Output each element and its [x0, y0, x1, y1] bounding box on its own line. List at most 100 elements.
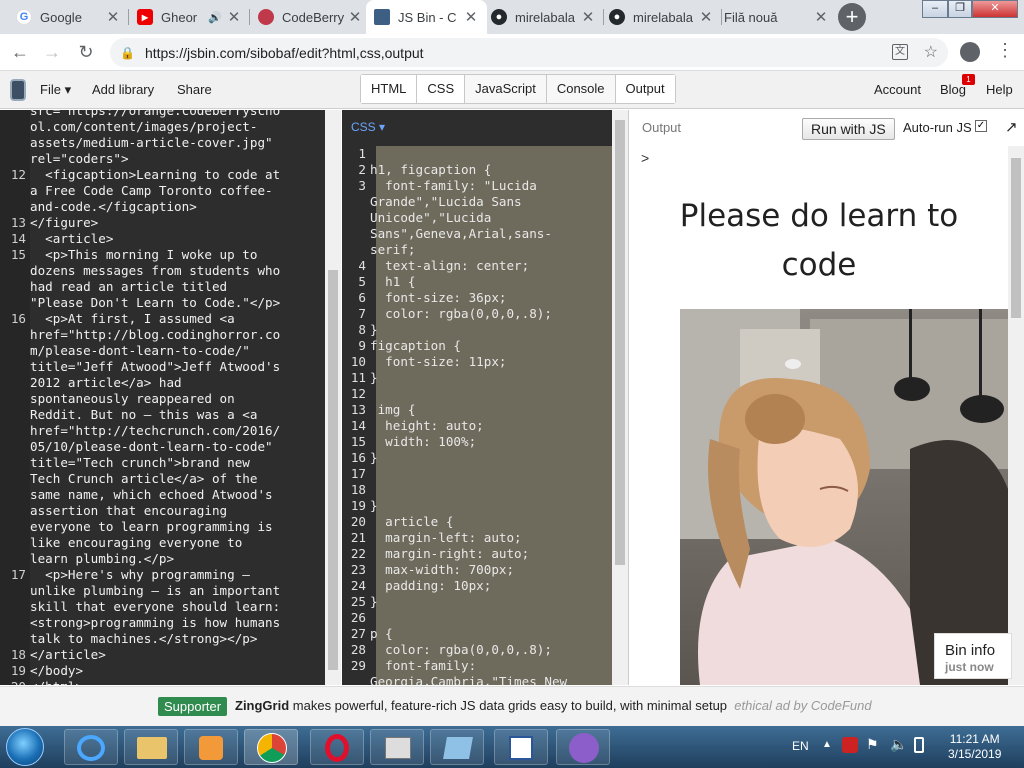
code-line[interactable]: 10 font-size: 11px;: [342, 354, 612, 370]
close-icon[interactable]: ✕: [463, 8, 479, 26]
code-line[interactable]: 22 margin-right: auto;: [342, 546, 612, 562]
code-line[interactable]: 9 figcaption {: [342, 338, 612, 354]
code-line[interactable]: 29 font-family:: [342, 658, 612, 674]
tab-css[interactable]: CSS: [417, 75, 466, 103]
window-close-button[interactable]: ✕: [972, 0, 1018, 18]
css-editor[interactable]: CSS ▾ 1 2 h1, figcaption {3 font-family: "…: [342, 110, 612, 685]
html-editor[interactable]: src="https://orange.codeberryscho ol.com/…: [0, 110, 341, 685]
code-line[interactable]: 6 font-size: 36px;: [342, 290, 612, 306]
chrome-icon[interactable]: [244, 729, 298, 765]
speaker-icon[interactable]: 🔊: [208, 11, 222, 24]
code-line[interactable]: 12 <figcaption>Learning to code at: [0, 167, 341, 183]
code-line[interactable]: 18: [342, 482, 612, 498]
code-line[interactable]: 20 article {: [342, 514, 612, 530]
tab-github-2[interactable]: ● mirelabala ✕: [601, 0, 722, 34]
output-scrollbar[interactable]: [1008, 146, 1024, 685]
code-line[interactable]: 19 </body>: [0, 663, 341, 679]
media-player-icon[interactable]: [184, 729, 238, 765]
code-line[interactable]: 05/10/please-dont-learn-to-code": [0, 439, 341, 455]
code-line[interactable]: title="Jeff Atwood">Jeff Atwood's: [0, 359, 341, 375]
code-line[interactable]: 25}: [342, 594, 612, 610]
tab-javascript[interactable]: JavaScript: [465, 75, 547, 103]
tab-youtube[interactable]: ▶ Gheor 🔊 ✕: [129, 0, 250, 34]
html-editor-scrollbar[interactable]: [325, 110, 341, 685]
tab-output[interactable]: Output: [615, 75, 675, 103]
code-line[interactable]: unlike plumbing – is an important: [0, 583, 341, 599]
close-icon[interactable]: ✕: [580, 8, 596, 26]
tab-jsbin[interactable]: JS Bin - C ✕: [366, 0, 487, 34]
code-line[interactable]: had read an article titled: [0, 279, 341, 295]
code-line[interactable]: 13 img {: [342, 402, 612, 418]
code-line[interactable]: href="http://blog.codinghorror.co: [0, 327, 341, 343]
code-line[interactable]: 17: [342, 466, 612, 482]
code-line[interactable]: skill that everyone should learn:: [0, 599, 341, 615]
code-line[interactable]: Sans",Geneva,Arial,sans-: [342, 226, 612, 242]
close-icon[interactable]: ✕: [698, 8, 714, 26]
file-menu[interactable]: File ▾: [40, 71, 71, 109]
code-line[interactable]: serif;: [342, 242, 612, 258]
code-line[interactable]: href="http://techcrunch.com/2016/: [0, 423, 341, 439]
code-line[interactable]: Tech Crunch article</a> of the: [0, 471, 341, 487]
code-line[interactable]: 11}: [342, 370, 612, 386]
language-indicator[interactable]: EN: [792, 739, 809, 753]
code-line[interactable]: 15 width: 100%;: [342, 434, 612, 450]
close-icon[interactable]: ✕: [347, 8, 363, 26]
code-line[interactable]: spontaneously reappeared on: [0, 391, 341, 407]
supporter-badge[interactable]: Supporter: [158, 697, 228, 716]
code-line[interactable]: 23 max-width: 700px;: [342, 562, 612, 578]
translate-icon[interactable]: 文: [892, 44, 908, 60]
maximize-button[interactable]: ❐: [948, 0, 972, 18]
notebook-icon[interactable]: [430, 729, 484, 765]
code-line[interactable]: 18 </article>: [0, 647, 341, 663]
tab-codeberry[interactable]: CodeBerry ✕: [250, 0, 371, 34]
code-line[interactable]: 13 </figure>: [0, 215, 341, 231]
close-icon[interactable]: ✕: [226, 8, 242, 26]
code-line[interactable]: title="Tech crunch">brand new: [0, 455, 341, 471]
code-line[interactable]: 28 color: rgba(0,0,0,.8);: [342, 642, 612, 658]
tab-new-tab[interactable]: Filă nouă ✕: [716, 0, 837, 34]
code-line[interactable]: 24 padding: 10px;: [342, 578, 612, 594]
code-line[interactable]: 8}: [342, 322, 612, 338]
code-line[interactable]: Georgia,Cambria,"Times New: [342, 674, 612, 685]
code-line[interactable]: <strong>programming is how humans: [0, 615, 341, 631]
code-line[interactable]: 7 color: rgba(0,0,0,.8);: [342, 306, 612, 322]
ad-text[interactable]: ZingGrid makes powerful, feature-rich JS…: [235, 698, 872, 713]
css-panel-label[interactable]: CSS ▾: [351, 120, 385, 134]
system-clock[interactable]: 11:21 AM 3/15/2019: [948, 732, 1001, 762]
code-line[interactable]: 14 height: auto;: [342, 418, 612, 434]
code-line[interactable]: talk to machines.</strong></p>: [0, 631, 341, 647]
popout-arrow-icon[interactable]: ↗: [1005, 118, 1018, 136]
code-line[interactable]: dozens messages from students who: [0, 263, 341, 279]
code-line[interactable]: 16 <p>At first, I assumed <a: [0, 311, 341, 327]
code-line[interactable]: m/please-dont-learn-to-code/": [0, 343, 341, 359]
code-line[interactable]: Grande","Lucida Sans: [342, 194, 612, 210]
code-line[interactable]: rel="coders">: [0, 151, 341, 167]
star-icon[interactable]: ☆: [924, 42, 938, 62]
code-line[interactable]: same name, which echoed Atwood's: [0, 487, 341, 503]
code-line[interactable]: 1: [342, 146, 612, 162]
menu-dots-icon[interactable]: ⋮: [996, 40, 1014, 61]
code-line[interactable]: src="https://orange.codeberryscho: [0, 110, 341, 119]
code-line[interactable]: 26: [342, 610, 612, 626]
code-line[interactable]: 14 <article>: [0, 231, 341, 247]
power-icon[interactable]: [914, 737, 924, 753]
code-line[interactable]: assertion that encouraging: [0, 503, 341, 519]
start-button[interactable]: [6, 728, 44, 766]
bin-info-panel[interactable]: Bin info just now: [934, 633, 1012, 679]
code-line[interactable]: 27 p {: [342, 626, 612, 642]
add-library-button[interactable]: Add library: [92, 71, 154, 109]
code-line[interactable]: 2 h1, figcaption {: [342, 162, 612, 178]
new-tab-button[interactable]: +: [838, 3, 866, 31]
autorun-checkbox[interactable]: ✓: [975, 120, 987, 132]
code-line[interactable]: ol.com/content/images/project-: [0, 119, 341, 135]
tab-google[interactable]: G Google ✕: [8, 0, 129, 34]
code-line[interactable]: 16}: [342, 450, 612, 466]
code-line[interactable]: 4 text-align: center;: [342, 258, 612, 274]
tab-github-1[interactable]: ● mirelabala ✕: [483, 0, 604, 34]
network-flag-icon[interactable]: ⚑: [866, 736, 879, 753]
tab-console[interactable]: Console: [547, 75, 616, 103]
code-line[interactable]: Reddit. But no – this was a <a: [0, 407, 341, 423]
code-line[interactable]: 12: [342, 386, 612, 402]
jsbin-logo-icon[interactable]: [10, 79, 26, 101]
code-line[interactable]: and-code.</figcaption>: [0, 199, 341, 215]
